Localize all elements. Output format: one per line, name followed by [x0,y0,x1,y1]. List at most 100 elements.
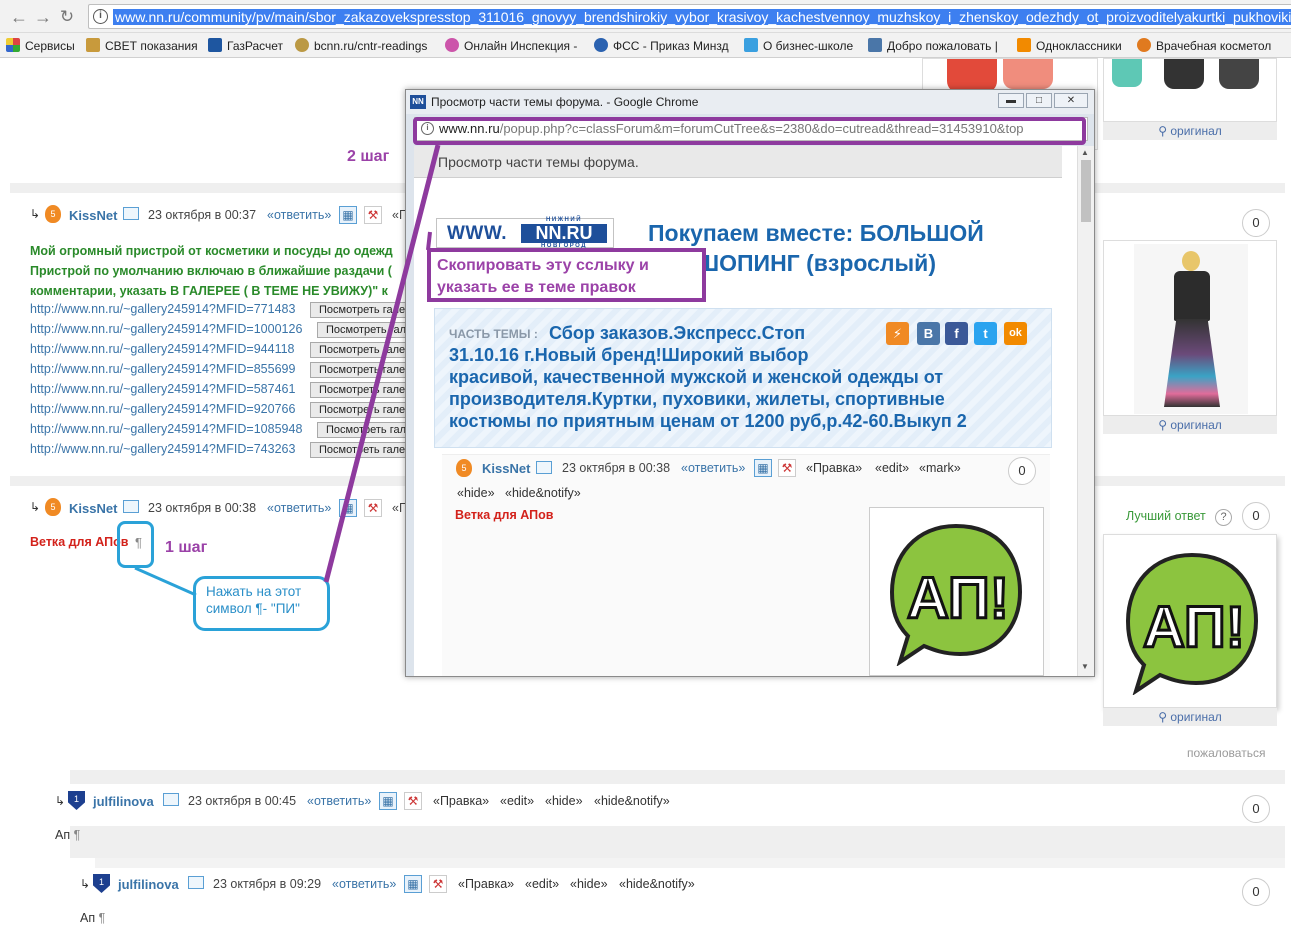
hide-action[interactable]: «hide» [457,486,495,500]
view-gallery-button[interactable]: Посмотреть гале [317,322,406,338]
view-gallery-button[interactable]: Посмотреть гале [310,342,406,358]
gift-icon[interactable]: ▦ [339,206,357,224]
address-url[interactable]: www.nn.ru/community/pv/main/sbor_zakazov… [113,9,1291,25]
post-author[interactable]: KissNet [69,501,117,516]
ap-image-card[interactable]: АП! [869,507,1044,676]
bookmark-4[interactable]: Онлайн Инспекция - [445,37,577,55]
gift-icon[interactable]: ▦ [379,792,397,810]
edit-en-action[interactable]: «edit» [875,461,909,475]
hammer-icon[interactable]: ⚒ [364,206,382,224]
popup-scrollbar[interactable]: ▲ ▼ [1077,146,1094,676]
gallery-link[interactable]: http://www.nn.ru/~gallery245914?MFID=855… [30,362,295,376]
reply-link[interactable]: «ответить» [332,877,396,891]
edit-en-action[interactable]: «edit» [525,877,559,891]
gallery-link[interactable]: http://www.nn.ru/~gallery245914?MFID=944… [30,342,295,356]
mail-icon[interactable] [188,876,204,889]
photo-card-dress[interactable] [1103,240,1277,416]
report-link[interactable]: пожаловаться [1187,746,1265,760]
gallery-link[interactable]: http://www.nn.ru/~gallery245914?MFID=108… [30,422,302,436]
bookmark-3[interactable]: bcnn.ru/cntr-readings [295,37,427,55]
share-facebook-icon[interactable]: f [945,322,968,345]
hide-notify-action[interactable]: «hide&notify» [594,794,670,808]
bookmark-5[interactable]: ФСС - Приказ Минзд [594,37,729,55]
forward-icon[interactable]: → [32,6,54,28]
bookmark-7[interactable]: Добро пожаловать | [868,37,998,55]
nn-logo[interactable]: WWW. НИЖНИЙ NN.RU НОВГОРОД [436,217,614,249]
gallery-link[interactable]: http://www.nn.ru/~gallery245914?MFID=771… [30,302,295,316]
gallery-link[interactable]: http://www.nn.ru/~gallery245914?MFID=743… [30,442,295,456]
scroll-down-icon[interactable]: ▼ [1081,662,1089,671]
edit-action[interactable]: «Правка» [806,461,862,475]
close-icon[interactable]: ✕ [1054,93,1088,108]
gallery-link[interactable]: http://www.nn.ru/~gallery245914?MFID=920… [30,402,295,416]
edit-action[interactable]: «Правка» [433,794,489,808]
original-link-top[interactable]: ⚲ оригинал [1103,122,1277,140]
bookmark-1[interactable]: СВЕТ показания [86,37,198,55]
share-vk-icon[interactable]: В [917,322,940,345]
pilcrow-permalink[interactable]: ¶ [99,911,106,925]
popup-titlebar[interactable]: NN Просмотр части темы форума. - Google … [406,90,1094,114]
gas-icon [208,38,222,52]
bookmark-6[interactable]: О бизнес-школе [744,37,853,55]
reply-author[interactable]: julfilinova [118,877,179,892]
hammer-icon[interactable]: ⚒ [404,792,422,810]
gallery-link[interactable]: http://www.nn.ru/~gallery245914?MFID=587… [30,382,295,396]
ap-image-card[interactable]: АП! [1103,534,1277,708]
view-gallery-button[interactable]: Посмотреть гале [310,442,406,458]
mail-icon[interactable] [123,207,139,220]
bookmark-0[interactable]: Сервисы [6,37,75,55]
gift-icon[interactable]: ▦ [339,499,357,517]
mail-icon[interactable] [163,793,179,806]
share-twitter-icon[interactable]: t [974,322,997,345]
hammer-icon[interactable]: ⚒ [778,459,796,477]
edit-action[interactable]: «Правка» [458,877,514,891]
best-answer-label[interactable]: Лучший ответ [1126,509,1206,523]
view-gallery-button[interactable]: Посмотреть гале [310,302,406,318]
hammer-icon[interactable]: ⚒ [429,875,447,893]
gift-icon[interactable]: ▦ [754,459,772,477]
hide-notify-action[interactable]: «hide&notify» [505,486,581,500]
copy-link-callout: Скопировать эту сслыку и указать ее в те… [427,248,706,302]
gallery-link[interactable]: http://www.nn.ru/~gallery245914?MFID=100… [30,322,302,336]
bookmark-9[interactable]: Врачебная косметол [1137,37,1271,55]
bookmark-2[interactable]: ГазРасчет [208,37,283,55]
hide-notify-action[interactable]: «hide&notify» [619,877,695,891]
view-gallery-button[interactable]: Посмотреть гале [310,362,406,378]
scroll-up-icon[interactable]: ▲ [1081,148,1089,157]
help-icon[interactable]: ? [1215,509,1232,526]
hide-action[interactable]: «hide» [545,794,583,808]
popup-window[interactable]: NN Просмотр части темы форума. - Google … [405,89,1095,677]
hide-action[interactable]: «hide» [570,877,608,891]
post-author[interactable]: KissNet [69,208,117,223]
maximize-icon[interactable]: □ [1026,93,1052,108]
reply-link[interactable]: «ответить» [681,461,745,475]
minimize-icon[interactable]: ▬ [998,93,1024,108]
view-gallery-button[interactable]: Посмотреть гале [310,382,406,398]
back-icon[interactable]: ← [8,6,30,28]
reload-icon[interactable]: ↻ [56,6,78,28]
mark-action[interactable]: «mark» [919,461,961,475]
reply-link[interactable]: «ответить» [267,208,331,222]
view-gallery-button[interactable]: Посмотреть гале [317,422,406,438]
mail-icon[interactable] [123,500,139,513]
share-lightning-icon[interactable]: ⚡ [886,322,909,345]
original-link[interactable]: ⚲ оригинал [1103,708,1277,726]
pilcrow-permalink[interactable]: ¶ [74,828,81,842]
edit-en-action[interactable]: «edit» [500,794,534,808]
address-bar[interactable]: i www.nn.ru/community/pv/main/sbor_zakaz… [88,4,1291,29]
thread-icon: ↳ [30,207,41,221]
original-link[interactable]: ⚲ оригинал [1103,416,1277,434]
hammer-icon[interactable]: ⚒ [364,499,382,517]
view-gallery-button[interactable]: Посмотреть гале [310,402,406,418]
gift-icon[interactable]: ▦ [404,875,422,893]
share-ok-icon[interactable]: ok [1004,322,1027,345]
post-author[interactable]: KissNet [482,461,530,476]
reply-link[interactable]: «ответить» [307,794,371,808]
mail-icon[interactable] [536,461,552,474]
reply-link[interactable]: «ответить» [267,501,331,515]
reply-author[interactable]: julfilinova [93,794,154,809]
reply-text: Ап ¶ [55,828,81,842]
bookmark-8[interactable]: Одноклассники [1017,37,1122,55]
scroll-thumb[interactable] [1081,160,1091,222]
site-info-icon[interactable]: i [93,9,108,24]
